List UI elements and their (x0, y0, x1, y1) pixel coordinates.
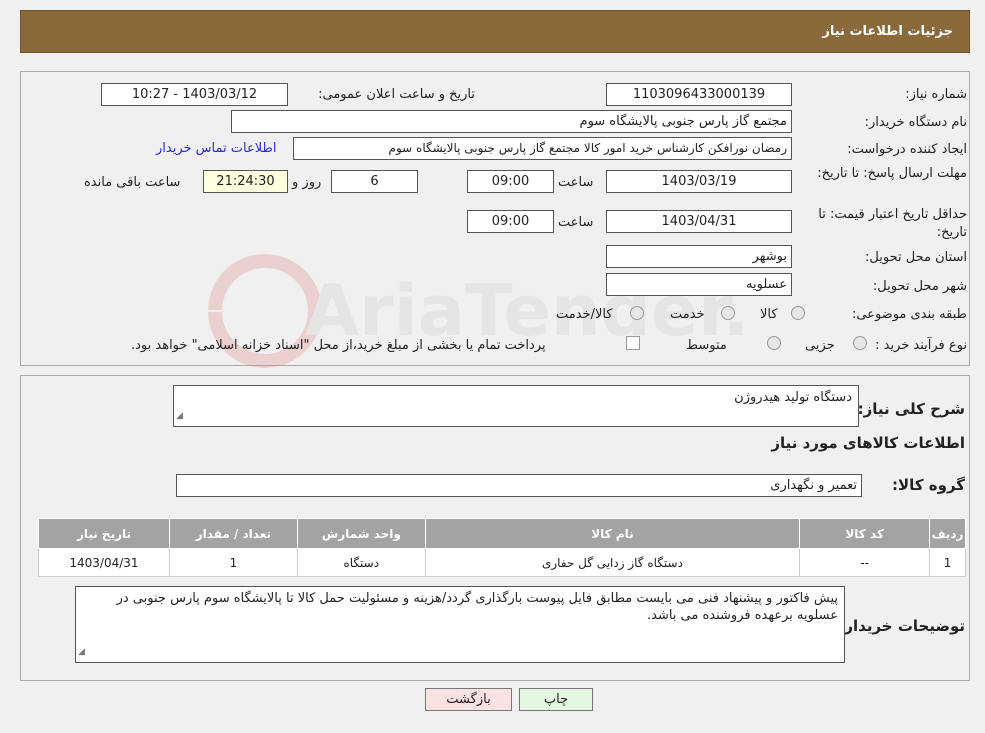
deadline-time-label: ساعت (558, 175, 594, 190)
province-field: بوشهر (606, 245, 792, 268)
category-service-radio[interactable] (721, 306, 735, 320)
province-label: استان محل تحویل: (865, 250, 967, 265)
page-title: جزئیات اطلاعات نیاز (822, 24, 953, 39)
treasury-checkbox[interactable] (626, 336, 640, 350)
process-medium-label: متوسط (686, 338, 727, 353)
col-date-header: تاریخ نیاز (38, 518, 170, 549)
creator-label: ایجاد کننده درخواست: (847, 142, 967, 157)
resize-grip-icon[interactable]: ◢ (78, 644, 85, 661)
goods-table-header: ردیف کد کالا نام کالا واحد شمارش تعداد /… (38, 518, 966, 549)
days-label: روز و (292, 175, 322, 190)
buyer-org-field: مجتمع گاز پارس جنوبی پالایشگاه سوم (231, 110, 792, 133)
col-unit-header: واحد شمارش (296, 518, 426, 549)
deadline-time-field: 09:00 (467, 170, 554, 193)
validity-time-field: 09:00 (467, 210, 554, 233)
deadline-label: مهلت ارسال پاسخ: تا تاریخ: (817, 166, 967, 181)
remaining-time-field: 21:24:30 (203, 170, 288, 193)
description-text: دستگاه تولید هیدروژن (734, 390, 852, 405)
validity-label: حداقل تاریخ اعتبار قیمت: تا تاریخ: (818, 207, 967, 240)
announce-date-field: 1403/03/12 - 10:27 (101, 83, 288, 106)
cell-name: دستگاه گاز زدایی گل حفاری (424, 548, 801, 577)
cell-code: -- (799, 548, 931, 577)
process-minor-label: جزیی (805, 338, 835, 353)
validity-date-field: 1403/04/31 (606, 210, 792, 233)
category-goods-service-label: کالا/خدمت (556, 307, 613, 322)
process-type-label: نوع فرآیند خرید : (875, 338, 967, 353)
buyer-notes-label: توضیحات خریدار: (838, 617, 965, 635)
back-button[interactable]: بازگشت (425, 688, 512, 711)
goods-table: ردیف کد کالا نام کالا واحد شمارش تعداد /… (38, 518, 966, 577)
cell-qty: 1 (168, 548, 298, 577)
goods-group-label: گروه کالا: (892, 476, 965, 494)
col-name-header: نام کالا (424, 518, 801, 549)
announce-date-label: تاریخ و ساعت اعلان عمومی: (318, 87, 475, 102)
category-label: طبقه بندی موضوعی: (851, 307, 967, 322)
city-label: شهر محل تحویل: (872, 279, 967, 294)
description-field: دستگاه تولید هیدروژن ◢ (173, 385, 859, 427)
buyer-contact-link[interactable]: اطلاعات تماس خریدار (156, 141, 276, 156)
goods-section-title: اطلاعات کالاهای مورد نیاز (771, 434, 965, 452)
cell-date: 1403/04/31 (38, 548, 170, 577)
col-code-header: کد کالا (799, 518, 931, 549)
table-row: 1 -- دستگاه گاز زدایی گل حفاری دستگاه 1 … (38, 548, 966, 577)
category-goods-radio[interactable] (791, 306, 805, 320)
goods-group-field: تعمیر و نگهداری (176, 474, 862, 497)
process-medium-radio[interactable] (767, 336, 781, 350)
goods-table-wrapper: ردیف کد کالا نام کالا واحد شمارش تعداد /… (38, 518, 966, 577)
days-field: 6 (331, 170, 418, 193)
process-minor-radio[interactable] (853, 336, 867, 350)
category-goods-service-radio[interactable] (630, 306, 644, 320)
need-number-label: شماره نیاز: (905, 87, 967, 102)
page-header: جزئیات اطلاعات نیاز (20, 10, 970, 53)
buyer-notes-text: پیش فاکتور و پیشنهاد فنی می بایست مطابق … (116, 591, 838, 623)
description-label: شرح کلی نیاز: (857, 400, 965, 418)
remaining-time-label: ساعت باقی مانده (84, 175, 181, 190)
cell-row: 1 (929, 548, 966, 577)
need-number-field: 1103096433000139 (606, 83, 792, 106)
col-qty-header: تعداد / مقدار (168, 518, 298, 549)
city-field: عسلویه (606, 273, 792, 296)
resize-grip-icon[interactable]: ◢ (176, 408, 183, 425)
buyer-notes-field: پیش فاکتور و پیشنهاد فنی می بایست مطابق … (75, 586, 845, 663)
buyer-org-label: نام دستگاه خریدار: (864, 115, 967, 130)
category-service-label: خدمت (670, 307, 705, 322)
validity-time-label: ساعت (558, 215, 594, 230)
category-goods-label: کالا (760, 307, 778, 322)
cell-unit: دستگاه (296, 548, 426, 577)
deadline-date-field: 1403/03/19 (606, 170, 792, 193)
col-row-header: ردیف (929, 518, 966, 549)
print-button[interactable]: چاپ (519, 688, 593, 711)
payment-note: پرداخت تمام یا بخشی از مبلغ خرید،از محل … (131, 338, 546, 353)
creator-field: رمضان نورافکن کارشناس خرید امور کالا مجت… (293, 137, 792, 160)
